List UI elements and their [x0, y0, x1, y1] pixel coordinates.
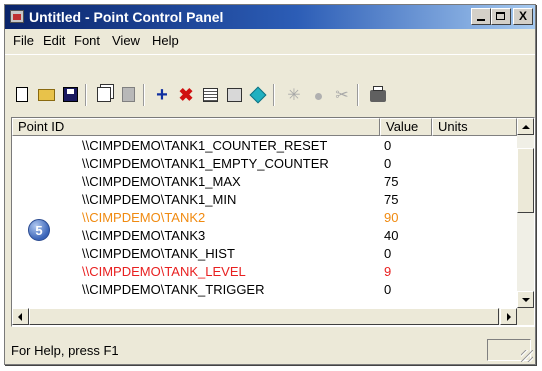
point-id-cell: \\CIMPDEMO\TANK1_MAX	[82, 174, 241, 189]
delete-x-icon: ✖	[178, 85, 194, 105]
resize-grip[interactable]	[521, 350, 533, 362]
list-row[interactable]: \\CIMPDEMO\TANK2 90	[12, 209, 517, 227]
status-bar: For Help, press F1	[5, 335, 535, 364]
disabled-tool-3[interactable]: ✂	[331, 84, 353, 106]
point-id-cell: \\CIMPDEMO\TANK1_MIN	[82, 192, 237, 207]
toolbar: + ✖ ✳ ✂	[5, 54, 535, 115]
dot-icon	[314, 93, 322, 100]
list-header: Point ID Value Units	[12, 118, 517, 136]
value-cell: 90	[384, 210, 399, 225]
column-units[interactable]: Units	[432, 118, 517, 136]
menu-file[interactable]: File	[13, 33, 34, 48]
list-row[interactable]: \\CIMPDEMO\TANK1_EMPTY_COUNTER 0	[12, 155, 517, 173]
connect-button[interactable]	[247, 84, 269, 106]
horizontal-scrollbar[interactable]	[12, 308, 517, 325]
right-arrow-icon	[507, 313, 515, 321]
list-row[interactable]: \\CIMPDEMO\TANK1_MIN 75	[12, 191, 517, 209]
point-id-cell: \\CIMPDEMO\TANK1_EMPTY_COUNTER	[82, 156, 329, 171]
menu-bar: File Edit Font View Help	[5, 31, 535, 51]
point-id-cell: \\CIMPDEMO\TANK2	[82, 210, 206, 225]
column-value[interactable]: Value	[380, 118, 432, 136]
value-cell: 40	[384, 228, 399, 243]
minimize-button[interactable]	[471, 8, 491, 25]
app-icon[interactable]	[10, 10, 24, 23]
open-button[interactable]	[35, 84, 57, 106]
value-cell: 0	[384, 138, 392, 153]
paste-icon	[121, 87, 135, 102]
scroll-right-button[interactable]	[500, 308, 517, 325]
list-row[interactable]: \\CIMPDEMO\TANK1_COUNTER_RESET 0	[12, 137, 517, 155]
new-document-icon	[16, 87, 28, 102]
scroll-up-button[interactable]	[517, 118, 534, 135]
plus-icon: +	[156, 84, 168, 106]
scroll-left-button[interactable]	[12, 308, 29, 325]
status-text: For Help, press F1	[11, 343, 119, 358]
maximize-icon	[496, 12, 505, 20]
value-cell: 75	[384, 192, 399, 207]
copy-button[interactable]	[93, 84, 115, 106]
scrollbar-corner	[517, 308, 534, 325]
print-button[interactable]	[367, 84, 389, 106]
disabled-tool-1[interactable]: ✳	[283, 84, 305, 106]
vertical-scroll-thumb[interactable]	[517, 148, 534, 213]
vertical-scrollbar[interactable]	[517, 118, 534, 308]
window-title: Untitled - Point Control Panel	[29, 9, 224, 25]
point-id-cell: \\CIMPDEMO\TANK_LEVEL	[82, 264, 246, 279]
point-control-panel-window: Untitled - Point Control Panel X File Ed…	[4, 4, 536, 365]
value-cell: 0	[384, 282, 392, 297]
point-id-cell: \\CIMPDEMO\TANK1_COUNTER_RESET	[82, 138, 328, 153]
menu-view[interactable]: View	[112, 33, 140, 48]
paste-button[interactable]	[117, 84, 139, 106]
list-row[interactable]: \\CIMPDEMO\TANK3 40	[12, 227, 517, 245]
maximize-button[interactable]	[491, 8, 511, 25]
horizontal-scroll-thumb[interactable]	[29, 308, 499, 325]
properties-button[interactable]	[223, 84, 245, 106]
toolbar-separator	[143, 84, 145, 106]
scroll-down-button[interactable]	[517, 291, 534, 308]
save-button[interactable]	[59, 84, 81, 106]
disabled-tool-2[interactable]	[307, 84, 329, 106]
down-arrow-icon	[522, 298, 530, 306]
scissors-icon: ✂	[335, 87, 349, 104]
copy-icon	[97, 87, 111, 102]
value-cell: 0	[384, 246, 392, 261]
list-row[interactable]: \\CIMPDEMO\TANK_LEVEL 9	[12, 263, 517, 281]
list-row[interactable]: \\CIMPDEMO\TANK_HIST 0	[12, 245, 517, 263]
menu-edit[interactable]: Edit	[43, 33, 65, 48]
toolbar-separator	[273, 84, 275, 106]
value-cell: 0	[384, 156, 392, 171]
minimize-icon	[477, 19, 485, 21]
step-badge: 5	[28, 219, 50, 241]
add-point-button[interactable]: +	[151, 84, 173, 106]
point-id-cell: \\CIMPDEMO\TANK3	[82, 228, 206, 243]
value-cell: 9	[384, 264, 392, 279]
left-arrow-icon	[14, 313, 22, 321]
list-row[interactable]: \\CIMPDEMO\TANK_TRIGGER 0	[12, 281, 517, 299]
point-list[interactable]: Point ID Value Units \\CIMPDEMO\TANK1_CO…	[11, 117, 535, 327]
menu-font[interactable]: Font	[74, 33, 100, 48]
burst-icon: ✳	[287, 87, 301, 104]
gem-icon	[249, 86, 267, 104]
save-disk-icon	[62, 87, 78, 102]
delete-point-button[interactable]: ✖	[175, 84, 197, 106]
title-bar[interactable]: Untitled - Point Control Panel X	[5, 5, 535, 29]
toolbar-separator	[85, 84, 87, 106]
close-button[interactable]: X	[513, 8, 533, 25]
column-point-id[interactable]: Point ID	[12, 118, 380, 136]
grid-button[interactable]	[199, 84, 221, 106]
new-button[interactable]	[11, 84, 33, 106]
value-cell: 75	[384, 174, 399, 189]
up-arrow-icon	[522, 121, 530, 129]
properties-icon	[226, 88, 242, 102]
point-id-cell: \\CIMPDEMO\TANK_TRIGGER	[82, 282, 265, 297]
menu-help[interactable]: Help	[152, 33, 179, 48]
point-id-cell: \\CIMPDEMO\TANK_HIST	[82, 246, 235, 261]
grid-icon	[202, 88, 218, 102]
toolbar-separator	[357, 84, 359, 106]
list-row[interactable]: \\CIMPDEMO\TANK1_MAX 75	[12, 173, 517, 191]
open-folder-icon	[37, 89, 55, 101]
printer-icon	[370, 86, 386, 102]
